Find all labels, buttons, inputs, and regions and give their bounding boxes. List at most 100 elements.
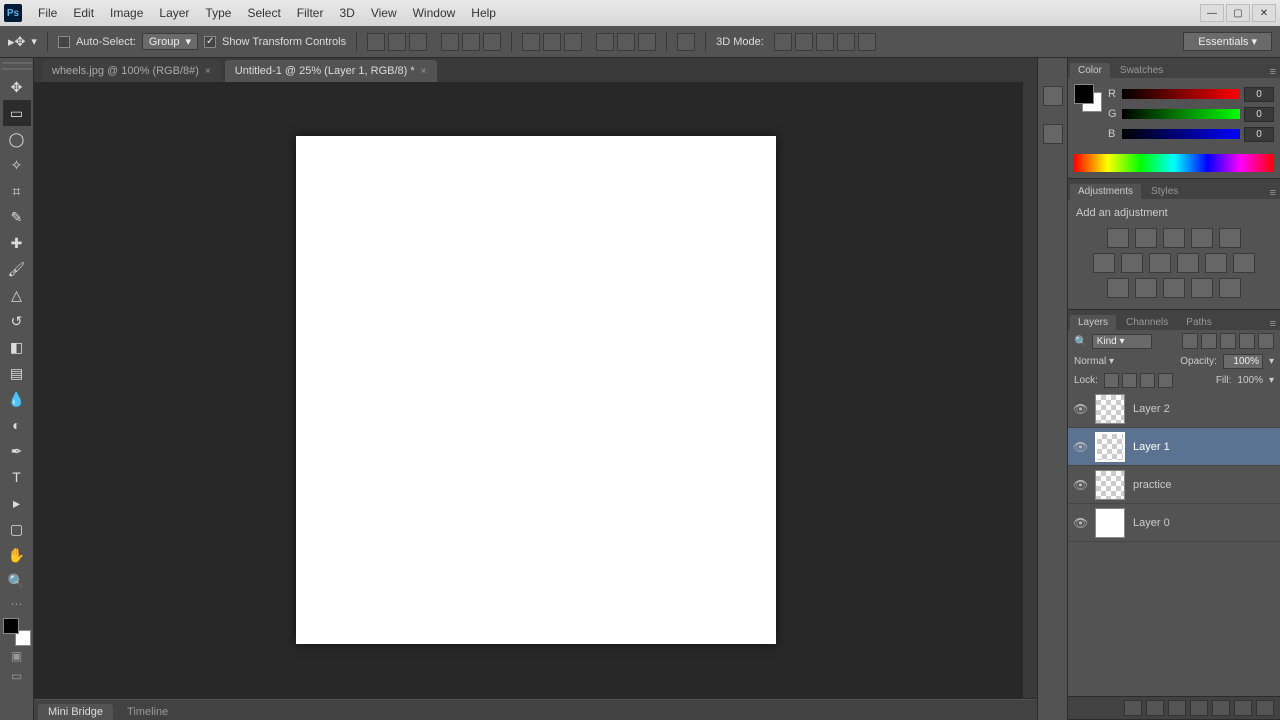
tool-preset-dropdown-icon[interactable]: ▾ — [31, 35, 37, 48]
brush-tool[interactable]: 🖌 — [3, 256, 31, 282]
quick-mask-toggle[interactable]: ▣ — [3, 646, 31, 666]
visibility-toggle-icon[interactable]: 👁 — [1073, 478, 1087, 492]
align-top-icon[interactable] — [441, 33, 459, 51]
auto-align-icon[interactable] — [677, 33, 695, 51]
adjustment-layer-icon[interactable] — [1190, 700, 1208, 716]
auto-select-type-dropdown[interactable]: Group▾ — [142, 33, 198, 50]
zoom-tool[interactable]: 🔍 — [3, 568, 31, 594]
layer-name[interactable]: practice — [1133, 479, 1172, 491]
levels-icon[interactable] — [1135, 228, 1157, 248]
3d-drag-icon[interactable] — [816, 33, 834, 51]
hand-tool[interactable]: ✋ — [3, 542, 31, 568]
layer-row[interactable]: 👁Layer 2 — [1068, 390, 1280, 428]
distribute-bottom-icon[interactable] — [638, 33, 656, 51]
menu-filter[interactable]: Filter — [289, 2, 332, 24]
properties-panel-icon[interactable] — [1043, 124, 1063, 144]
posterize-icon[interactable] — [1135, 278, 1157, 298]
adjustments-tab[interactable]: Adjustments — [1070, 184, 1141, 199]
distribute-top-icon[interactable] — [596, 33, 614, 51]
distribute-left-icon[interactable] — [522, 33, 540, 51]
edit-toolbar[interactable]: ⋯ — [3, 594, 31, 614]
panel-grip[interactable] — [2, 62, 32, 70]
distribute-vcenter-icon[interactable] — [617, 33, 635, 51]
align-right-icon[interactable] — [409, 33, 427, 51]
layer-thumbnail[interactable] — [1095, 508, 1125, 538]
minimize-button[interactable]: — — [1200, 4, 1224, 22]
delete-layer-icon[interactable] — [1256, 700, 1274, 716]
layer-thumbnail[interactable] — [1095, 470, 1125, 500]
align-left-icon[interactable] — [367, 33, 385, 51]
align-bottom-icon[interactable] — [483, 33, 501, 51]
layer-mask-icon[interactable] — [1168, 700, 1186, 716]
g-value[interactable]: 0 — [1244, 107, 1274, 122]
paths-tab[interactable]: Paths — [1178, 315, 1220, 330]
menu-edit[interactable]: Edit — [65, 2, 102, 24]
marquee-tool[interactable]: ▭ — [3, 100, 31, 126]
layer-name[interactable]: Layer 2 — [1133, 403, 1170, 415]
group-layers-icon[interactable] — [1212, 700, 1230, 716]
foreground-swatch[interactable] — [1074, 84, 1094, 104]
panel-menu-icon[interactable]: ≡ — [1266, 318, 1280, 330]
timeline-tab[interactable]: Timeline — [117, 704, 178, 720]
menu-image[interactable]: Image — [102, 2, 151, 24]
canvas-viewport[interactable] — [34, 82, 1037, 698]
layer-row[interactable]: 👁 Layer 1 — [1068, 428, 1280, 466]
shape-tool[interactable]: ▢ — [3, 516, 31, 542]
mini-bridge-tab[interactable]: Mini Bridge — [38, 704, 113, 720]
lock-position-icon[interactable] — [1140, 373, 1155, 388]
align-vcenter-icon[interactable] — [462, 33, 480, 51]
color-balance-icon[interactable] — [1121, 253, 1143, 273]
blend-mode-dropdown[interactable]: Normal ▾ — [1074, 356, 1164, 367]
eyedropper-tool[interactable]: ✎ — [3, 204, 31, 230]
black-white-icon[interactable] — [1149, 253, 1171, 273]
exposure-icon[interactable] — [1191, 228, 1213, 248]
photo-filter-icon[interactable] — [1177, 253, 1199, 273]
channel-mixer-icon[interactable] — [1205, 253, 1227, 273]
layer-name[interactable]: Layer 1 — [1133, 441, 1170, 453]
show-transform-checkbox[interactable] — [204, 36, 216, 48]
menu-type[interactable]: Type — [197, 2, 239, 24]
move-tool-icon[interactable]: ▸✥ — [8, 34, 25, 50]
brightness-contrast-icon[interactable] — [1107, 228, 1129, 248]
filter-smart-icon[interactable] — [1258, 333, 1274, 349]
path-selection-tool[interactable]: ▸ — [3, 490, 31, 516]
menu-layer[interactable]: Layer — [151, 2, 197, 24]
close-button[interactable]: ✕ — [1252, 4, 1276, 22]
fill-value[interactable]: 100% — [1237, 375, 1263, 386]
blur-tool[interactable]: 💧 — [3, 386, 31, 412]
tab-close-icon[interactable]: × — [421, 66, 427, 77]
swatches-tab[interactable]: Swatches — [1112, 63, 1171, 78]
menu-3d[interactable]: 3D — [331, 2, 362, 24]
3d-roll-icon[interactable] — [795, 33, 813, 51]
layer-row[interactable]: 👁Layer 0 — [1068, 504, 1280, 542]
new-layer-icon[interactable] — [1234, 700, 1252, 716]
history-brush-tool[interactable]: ↺ — [3, 308, 31, 334]
vertical-scrollbar[interactable] — [1023, 82, 1037, 698]
color-swatch-pair[interactable] — [1074, 84, 1102, 112]
tab-close-icon[interactable]: × — [205, 66, 211, 77]
distribute-right-icon[interactable] — [564, 33, 582, 51]
layer-thumbnail[interactable] — [1095, 394, 1125, 424]
r-slider[interactable] — [1122, 89, 1240, 99]
visibility-toggle-icon[interactable]: 👁 — [1073, 440, 1087, 454]
move-tool[interactable]: ✥ — [3, 74, 31, 100]
eraser-tool[interactable]: ◧ — [3, 334, 31, 360]
styles-tab[interactable]: Styles — [1143, 184, 1186, 199]
selective-color-icon[interactable] — [1219, 278, 1241, 298]
r-value[interactable]: 0 — [1244, 87, 1274, 102]
3d-scale-icon[interactable] — [858, 33, 876, 51]
document-tab-wheels[interactable]: wheels.jpg @ 100% (RGB/8#) × — [42, 60, 221, 82]
gradient-map-icon[interactable] — [1191, 278, 1213, 298]
history-panel-icon[interactable] — [1043, 86, 1063, 106]
layer-filter-kind[interactable]: Kind ▾ — [1092, 334, 1152, 349]
gradient-tool[interactable]: ▤ — [3, 360, 31, 386]
layer-thumbnail[interactable] — [1095, 432, 1125, 462]
filter-adjustment-icon[interactable] — [1201, 333, 1217, 349]
menu-select[interactable]: Select — [239, 2, 288, 24]
document-canvas[interactable] — [296, 136, 776, 644]
clone-stamp-tool[interactable]: △ — [3, 282, 31, 308]
foreground-background-colors[interactable] — [3, 618, 31, 646]
3d-slide-icon[interactable] — [837, 33, 855, 51]
3d-rotate-icon[interactable] — [774, 33, 792, 51]
color-lookup-icon[interactable] — [1233, 253, 1255, 273]
